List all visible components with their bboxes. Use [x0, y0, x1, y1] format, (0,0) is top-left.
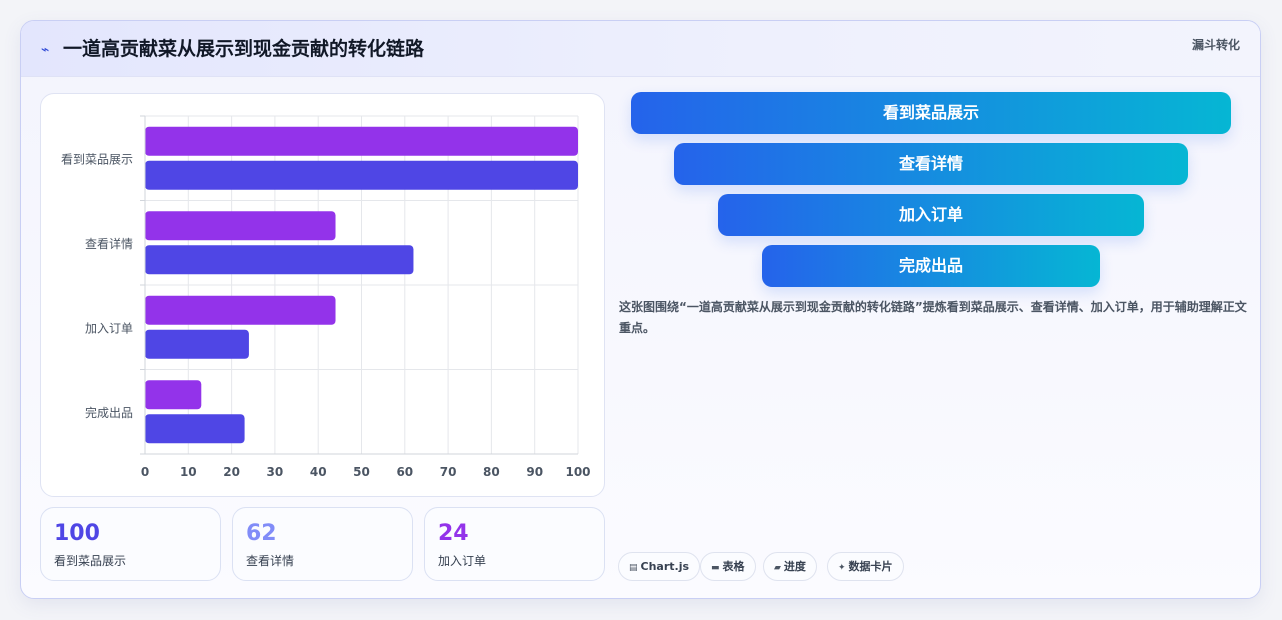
- y-tick-label: 加入订单: [85, 321, 133, 335]
- stat-label: 加入订单: [438, 554, 487, 568]
- stat-label: 查看详情: [246, 554, 295, 568]
- progress-icon: ▰: [774, 563, 781, 573]
- funnel-tag: 漏斗转化: [1191, 38, 1240, 52]
- bar: [145, 380, 202, 410]
- x-tick-label: 30: [267, 465, 284, 479]
- stat-card-3: 24 加入订单: [424, 507, 605, 581]
- pill-table[interactable]: ▬ 表格: [700, 552, 756, 581]
- zigzag-icon: ⌁: [41, 42, 50, 58]
- stat-value: 24: [438, 521, 469, 546]
- x-tick-label: 100: [565, 465, 590, 479]
- bar: [145, 329, 249, 359]
- funnel-step-1: 看到菜品展示: [631, 92, 1231, 134]
- x-tick-label: 80: [483, 465, 500, 479]
- y-tick-label: 看到菜品展示: [61, 152, 133, 166]
- funnel-step-3: 加入订单: [718, 194, 1144, 236]
- bar: [145, 295, 336, 325]
- x-tick-label: 70: [440, 465, 457, 479]
- bar: [145, 160, 578, 190]
- funnel-step-2: 查看详情: [674, 143, 1188, 185]
- stat-value: 62: [246, 521, 277, 546]
- pill-label: 数据卡片: [848, 560, 893, 573]
- x-tick-label: 50: [353, 465, 370, 479]
- y-tick-label: 查看详情: [85, 236, 133, 251]
- stat-card-1: 100 看到菜品展示: [40, 507, 221, 581]
- bar: [145, 245, 414, 275]
- bar-chart: 0 10 20 30 40 50 60 70 80 90 100 看到菜品展示查看详情加入订单完成出品: [40, 93, 605, 497]
- x-tick-label: 60: [396, 465, 413, 479]
- bar: [145, 211, 336, 241]
- card-title: 一道高贡献菜从展示到现金贡献的转化链路: [63, 38, 425, 60]
- table-icon: ▬: [711, 563, 720, 573]
- y-tick-label: 完成出品: [85, 405, 133, 420]
- pill-label: Chart.js: [640, 560, 690, 573]
- x-tick-label: 20: [223, 465, 240, 479]
- x-tick-label: 10: [180, 465, 197, 479]
- stat-label: 看到菜品展示: [54, 554, 127, 568]
- pill-label: 表格: [722, 560, 745, 573]
- x-tick-label: 0: [141, 465, 149, 479]
- pill-data-card[interactable]: ✦ 数据卡片: [827, 552, 904, 581]
- card-header: ⌁ 一道高贡献菜从展示到现金贡献的转化链路 漏斗转化: [21, 21, 1260, 77]
- x-tick-label: 90: [526, 465, 543, 479]
- x-tick-label: 40: [310, 465, 327, 479]
- bar: [145, 414, 245, 444]
- stat-card-2: 62 查看详情: [232, 507, 413, 581]
- chart-icon: ▤: [629, 563, 638, 573]
- bar: [145, 126, 578, 156]
- bar-chart-svg: 0 10 20 30 40 50 60 70 80 90 100 看到菜品展示查看详情加入订单完成出品: [61, 115, 591, 479]
- pill-chartjs[interactable]: ▤ Chart.js: [618, 552, 701, 581]
- chart-description: 这张图围绕“一道高贡献菜从展示到现金贡献的转化链路”提炼看到菜品展示、查看详情、…: [619, 300, 1247, 335]
- chart-card: ⌁ 一道高贡献菜从展示到现金贡献的转化链路 漏斗转化 0 10 20 30 40 50 60…: [20, 20, 1261, 599]
- pill-progress[interactable]: ▰ 进度: [763, 552, 817, 581]
- pill-label: 进度: [783, 560, 806, 573]
- funnel-step-4: 完成出品: [762, 245, 1100, 287]
- sparkle-icon: ✦: [838, 563, 846, 573]
- stat-value: 100: [54, 521, 100, 546]
